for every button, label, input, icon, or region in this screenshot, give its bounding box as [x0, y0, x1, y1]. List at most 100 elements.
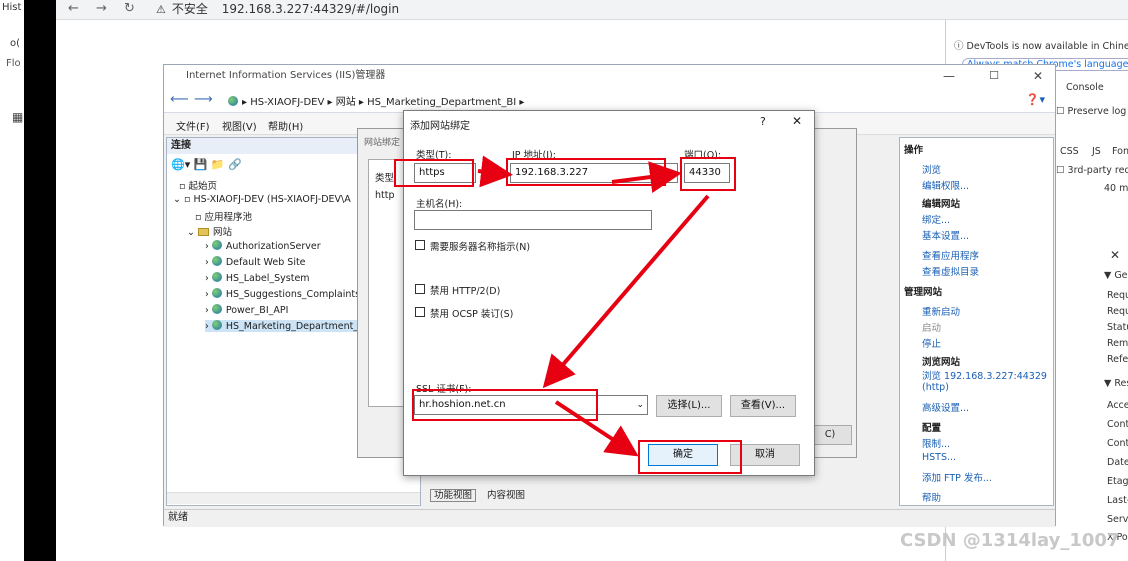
- action-view-apps[interactable]: 查看应用程序: [922, 248, 979, 262]
- action-restart[interactable]: 重新启动: [922, 304, 960, 318]
- actions-pane: 操作 浏览 编辑权限... 编辑网站 绑定... 基本设置... 查看应用程序 …: [899, 137, 1054, 506]
- header-remote: Remo: [1107, 338, 1128, 349]
- help-icon[interactable]: ❓▾: [1026, 93, 1045, 106]
- insecure-label: 不安全: [171, 2, 208, 16]
- tree-site-item[interactable]: › AuthorizationServer: [205, 240, 321, 252]
- timing-label: 40 ms: [1104, 183, 1128, 194]
- csdn-watermark: CSDN @1314lay_1007: [900, 530, 1120, 551]
- tree-site-item[interactable]: › HS_Suggestions_Complaints_: [205, 288, 365, 300]
- dialog-help-button[interactable]: ?: [760, 115, 766, 128]
- grid-icon[interactable]: ▦: [12, 110, 23, 124]
- left-fragment-2: Flo: [6, 58, 21, 69]
- browser-toolbar: ← → ↻ ⚠ 不安全 192.168.3.227:44329/#/login: [56, 0, 1128, 20]
- action-add-ftp[interactable]: 添加 FTP 发布...: [922, 470, 992, 484]
- close-icon[interactable]: ✕: [1110, 248, 1120, 262]
- select-cert-button[interactable]: 选择(L)...: [656, 395, 722, 417]
- action-hsts[interactable]: HSTS...: [922, 452, 956, 463]
- http2-checkbox[interactable]: [415, 284, 425, 294]
- maximize-icon[interactable]: ☐: [989, 65, 999, 87]
- action-start[interactable]: 启动: [922, 320, 941, 334]
- left-fragment-1: o(: [10, 38, 21, 49]
- tree-site-item[interactable]: › HS_Label_System: [205, 272, 310, 284]
- back-icon[interactable]: ←: [68, 1, 79, 16]
- history-label: Hist: [2, 2, 22, 13]
- tree-start-page[interactable]: ▫ 起始页: [179, 178, 217, 192]
- filter-js[interactable]: JS: [1092, 146, 1101, 157]
- annotation-box-ok: [638, 440, 742, 474]
- http2-label: 禁用 HTTP/2(D): [430, 286, 501, 297]
- header-etag: Etag: [1107, 476, 1128, 487]
- header-server: Serv: [1107, 514, 1128, 525]
- tree-site-item[interactable]: › Power_BI_API: [205, 304, 288, 316]
- breadcrumb[interactable]: ▸ HS-XIAOFJ-DEV ▸ 网站 ▸ HS_Marketing_Depa…: [228, 93, 524, 108]
- bindings-list[interactable]: 类型 http: [368, 159, 408, 407]
- header-content-1: Cont: [1107, 419, 1128, 430]
- action-view-vdirs[interactable]: 查看虚拟目录: [922, 264, 979, 278]
- action-basic-settings[interactable]: 基本设置...: [922, 228, 969, 242]
- connections-toolbar[interactable]: 🌐▾ 💾 📁 🔗: [171, 158, 242, 171]
- third-party-checkbox[interactable]: ☐ 3rd-party requ: [1056, 165, 1128, 176]
- preserve-log-checkbox[interactable]: ☐ Preserve log: [1056, 106, 1126, 117]
- folder-icon: [197, 228, 209, 236]
- view-cert-button[interactable]: 查看(V)...: [730, 395, 796, 417]
- browser-left-strip: Hist o( Flo ▦: [0, 0, 24, 561]
- hostname-input[interactable]: [414, 210, 652, 230]
- nav-back-icon[interactable]: ⟵: [170, 92, 189, 107]
- filter-css[interactable]: CSS: [1060, 146, 1079, 157]
- forward-icon[interactable]: →: [96, 1, 107, 16]
- menu-view[interactable]: 视图(V): [222, 118, 257, 133]
- header-accept: Acce: [1107, 400, 1128, 411]
- address-bar[interactable]: ⚠ 不安全 192.168.3.227:44329/#/login: [156, 0, 516, 18]
- action-limits[interactable]: 限制...: [922, 436, 950, 450]
- menu-file[interactable]: 文件(F): [176, 118, 210, 133]
- actions-header: 操作: [904, 145, 924, 156]
- ocsp-checkbox[interactable]: [415, 307, 425, 317]
- bindings-col-type: 类型: [375, 173, 395, 184]
- config-header: 配置: [922, 423, 942, 434]
- nav-forward-icon[interactable]: ⟶: [194, 92, 213, 107]
- action-edit-permissions[interactable]: 编辑权限...: [922, 178, 969, 192]
- response-section[interactable]: ▼ Res: [1104, 378, 1128, 389]
- tree-app-pools[interactable]: ▫ 应用程序池: [195, 209, 252, 223]
- bindings-title: 网站绑定: [364, 138, 401, 148]
- bindings-row-type: http: [375, 190, 395, 201]
- sni-checkbox[interactable]: [415, 240, 425, 250]
- console-tab[interactable]: Console: [1066, 82, 1104, 93]
- annotation-box-type: [394, 159, 474, 187]
- header-last-modified: Last-: [1107, 495, 1128, 506]
- status-bar: 就绪: [164, 509, 1055, 527]
- annotation-box-ip: [506, 158, 666, 186]
- reload-icon[interactable]: ↻: [124, 1, 135, 16]
- add-site-binding-dialog: 添加网站绑定 ? ✕ 类型(T): https IP 地址(I): 192.16…: [394, 110, 815, 476]
- action-help[interactable]: 帮助: [922, 490, 941, 504]
- iis-title-bar: Internet Information Services (IIS)管理器 —…: [164, 65, 1055, 89]
- action-stop[interactable]: 停止: [922, 336, 941, 350]
- filter-font[interactable]: Fon: [1112, 146, 1128, 157]
- warning-icon: ⚠: [156, 3, 166, 16]
- horizontal-scrollbar[interactable]: [167, 492, 420, 504]
- tree-server[interactable]: ⌄ ▫ HS-XIAOFJ-DEV (HS-XIAOFJ-DEV\A: [173, 194, 351, 205]
- dialog-title: 添加网站绑定: [410, 121, 470, 132]
- tree-site-item[interactable]: › Default Web Site: [205, 256, 306, 268]
- header-date: Date: [1107, 457, 1128, 468]
- iis-title: Internet Information Services (IIS)管理器: [186, 70, 386, 81]
- annotation-box-port: [680, 157, 736, 191]
- tree-sites[interactable]: ⌄ 网站: [187, 224, 232, 238]
- minimize-icon[interactable]: —: [943, 65, 955, 87]
- menu-help[interactable]: 帮助(H): [268, 118, 303, 133]
- features-view-tab[interactable]: 功能视图: [430, 489, 477, 502]
- action-advanced[interactable]: 高级设置...: [922, 400, 969, 414]
- chevron-down-icon: ⌄: [666, 168, 674, 178]
- action-browse-link[interactable]: 浏览 192.168.3.227:44329: [922, 368, 1047, 382]
- action-bindings[interactable]: 绑定...: [922, 212, 950, 226]
- header-request-1: Requ: [1107, 290, 1128, 301]
- action-browse[interactable]: 浏览: [922, 162, 941, 176]
- black-bar: [24, 0, 56, 561]
- browse-protocol[interactable]: (http): [922, 382, 949, 393]
- window-close-icon[interactable]: ✕: [1033, 65, 1043, 87]
- content-view-tab[interactable]: 内容视图: [487, 490, 525, 501]
- globe-icon: [228, 96, 238, 106]
- devtools-notice: ⓘ DevTools is now available in Chinese: [954, 41, 1128, 52]
- dialog-close-icon[interactable]: ✕: [792, 114, 802, 128]
- general-section[interactable]: ▼ Gen: [1104, 270, 1128, 281]
